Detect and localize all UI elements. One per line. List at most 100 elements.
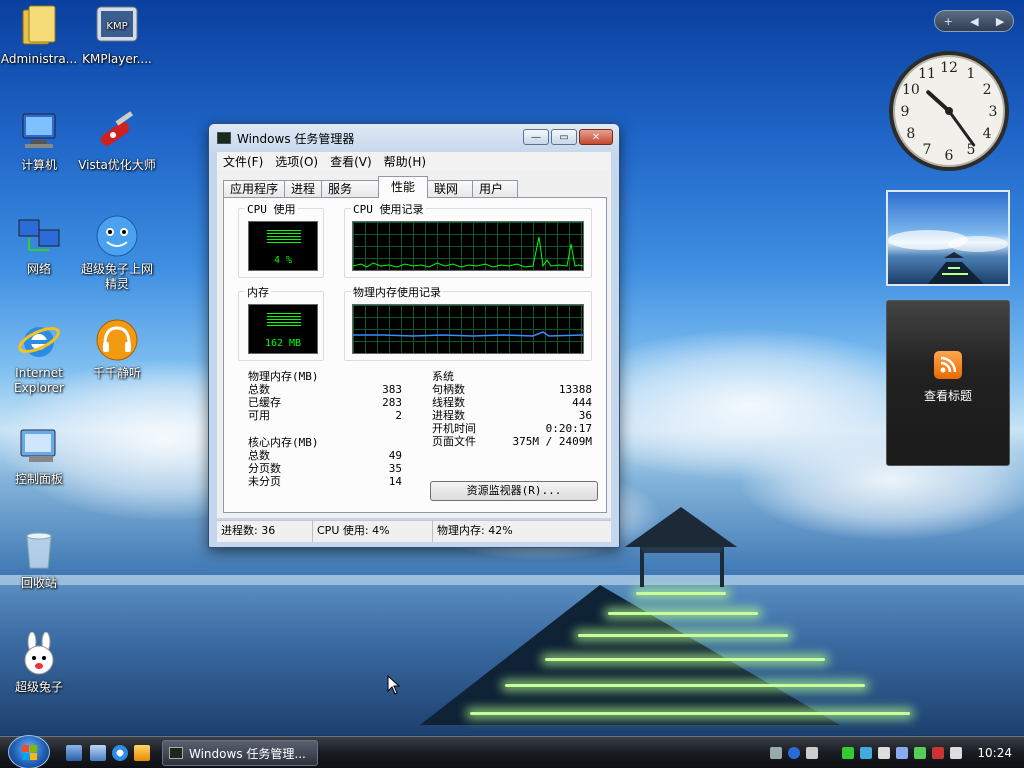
desktop-icon-computer[interactable]: 计算机 — [0, 110, 78, 173]
tray-app-icon[interactable] — [860, 747, 873, 759]
desktop-icon-super-rabbit[interactable]: 超级兔子 — [0, 632, 78, 695]
status-processes: 进程数: 36 — [217, 521, 313, 542]
tray-app-icon[interactable] — [914, 747, 927, 759]
desktop-icon-vista-optimizer[interactable]: Vista优化大师 — [78, 110, 156, 173]
stat-row: 总数 49 — [248, 449, 402, 462]
feed-headlines-gadget[interactable]: 查看标题 — [886, 300, 1010, 466]
close-button[interactable]: ✕ — [579, 129, 613, 145]
maximize-button[interactable]: ▭ — [551, 129, 577, 145]
help-icon[interactable] — [788, 747, 801, 759]
cpu-usage-label: CPU 使用 — [245, 201, 298, 217]
switch-windows-icon[interactable] — [90, 745, 106, 761]
stat-label: 句柄数 — [432, 383, 465, 396]
stat-row: 分页数 35 — [248, 462, 402, 475]
pier-light — [470, 712, 910, 715]
desktop-icon-label: 千千静听 — [92, 366, 141, 380]
title-bar[interactable]: Windows 任务管理器 — ▭ ✕ — [209, 124, 619, 152]
desktop-icon-internet-explorer[interactable]: Internet Explorer — [0, 318, 78, 396]
tab-strip: 应用程序 进程 服务 性能 联网 用户 — [223, 176, 519, 198]
tab-processes[interactable]: 进程 — [284, 180, 323, 198]
memory-meter: 162 MB — [248, 304, 318, 354]
minimize-button[interactable]: — — [523, 129, 549, 145]
menu-bar: 文件(F) 选项(O) 查看(V) 帮助(H) — [217, 152, 611, 170]
tab-users[interactable]: 用户 — [472, 180, 519, 198]
tray-app-icon[interactable] — [842, 747, 855, 759]
menu-options[interactable]: 选项(O) — [269, 153, 324, 170]
previous-page-button[interactable]: ◀ — [970, 15, 978, 28]
memory-meter-bars — [267, 313, 301, 327]
memory-history-label: 物理内存使用记录 — [351, 284, 443, 300]
desktop-icon-ttplayer[interactable]: 千千静听 — [78, 318, 156, 381]
hut — [640, 547, 724, 587]
start-button[interactable] — [8, 735, 50, 768]
status-bar: 进程数: 36 CPU 使用: 4% 物理内存: 42% — [217, 520, 611, 542]
memory-value: 162 MB — [264, 338, 302, 349]
tab-services[interactable]: 服务 — [321, 180, 380, 198]
desktop-icon-kmplayer[interactable]: KMP KMPlayer.... — [78, 4, 156, 67]
input-method-icon[interactable] — [806, 747, 819, 759]
taskbar-button-task-manager[interactable]: Windows 任务管理... — [162, 740, 318, 766]
clock-number: 2 — [983, 82, 992, 98]
stat-value: 36 — [578, 409, 592, 422]
stat-row: 可用 2 — [248, 409, 402, 422]
hut-roof — [625, 507, 737, 547]
slideshow-gadget[interactable] — [886, 190, 1010, 286]
volume-icon[interactable] — [950, 747, 963, 759]
rabbit-icon — [17, 632, 61, 676]
tab-performance[interactable]: 性能 — [378, 176, 429, 198]
kernel-memory-stats: 核心内存(MB) 总数 49 分页数 35 未分页 14 — [248, 436, 402, 488]
stat-row: 未分页 14 — [248, 475, 402, 488]
menu-file[interactable]: 文件(F) — [217, 153, 269, 170]
clock-number: 4 — [983, 126, 992, 142]
performance-panel: CPU 使用 4 % CPU 使用记录 内存 162 MB 物理内存使用记录 物… — [223, 197, 607, 513]
stat-label: 页面文件 — [432, 435, 476, 448]
view-headlines-link[interactable]: 查看标题 — [887, 387, 1009, 404]
system-tray: 10:24 — [767, 737, 1024, 768]
keyboard-icon[interactable] — [770, 747, 783, 759]
tray-app-icon[interactable] — [878, 747, 891, 759]
memory-label: 内存 — [245, 284, 271, 300]
clock-number: 3 — [989, 104, 998, 120]
clock-number: 10 — [902, 82, 920, 98]
swiss-knife-icon — [95, 110, 139, 154]
desktop-icon-rabbit-net[interactable]: 超级兔子上网精灵 — [78, 214, 156, 292]
stat-value: 383 — [382, 383, 402, 396]
folder-icon — [17, 4, 61, 48]
add-gadget-button[interactable]: + — [944, 15, 953, 28]
cpu-history-line — [352, 236, 584, 268]
stat-label: 总数 — [248, 449, 270, 462]
desktop-icon-label: 计算机 — [20, 158, 57, 172]
taskbar-clock[interactable]: 10:24 — [977, 746, 1012, 760]
stat-label: 进程数 — [432, 409, 465, 422]
stat-row: 开机时间 0:20:17 — [432, 422, 592, 435]
media-player-icon[interactable] — [134, 745, 150, 761]
clock-gadget[interactable]: 12 1234567891011 — [886, 48, 1012, 174]
resource-monitor-button[interactable]: 资源监视器(R)... — [430, 481, 598, 501]
desktop-icon-network[interactable]: 网络 — [0, 214, 78, 277]
stat-label: 开机时间 — [432, 422, 476, 435]
clock-number: 11 — [918, 66, 936, 82]
cpu-usage-value: 4 % — [273, 255, 293, 266]
desktop-icon-control-panel[interactable]: 控制面板 — [0, 424, 78, 487]
desktop-icon-recycle-bin[interactable]: 回收站 — [0, 528, 78, 591]
tab-applications[interactable]: 应用程序 — [223, 180, 286, 198]
desktop-icon-label: 回收站 — [20, 576, 57, 590]
show-desktop-icon[interactable] — [66, 745, 82, 761]
menu-help[interactable]: 帮助(H) — [378, 153, 432, 170]
physical-memory-stats: 物理内存(MB) 总数 383 已缓存 283 可用 2 — [248, 370, 402, 422]
internet-explorer-quicklaunch-icon[interactable] — [112, 745, 128, 761]
tab-networking[interactable]: 联网 — [427, 180, 474, 198]
stat-row: 已缓存 283 — [248, 396, 402, 409]
desktop-icon-administrator[interactable]: Administra... — [0, 4, 78, 67]
network-status-icon[interactable] — [932, 747, 945, 759]
memory-history-graph — [352, 304, 584, 354]
internet-explorer-icon — [17, 318, 61, 362]
stat-value: 2 — [395, 409, 402, 422]
next-page-button[interactable]: ▶ — [996, 15, 1004, 28]
menu-view[interactable]: 查看(V) — [324, 153, 378, 170]
system-title: 系统 — [432, 370, 454, 383]
clock-number: 9 — [901, 104, 910, 120]
tray-app-icon[interactable] — [896, 747, 909, 759]
smiley-icon — [95, 214, 139, 258]
sidebar-control-bar: + ◀ ▶ — [934, 10, 1014, 32]
